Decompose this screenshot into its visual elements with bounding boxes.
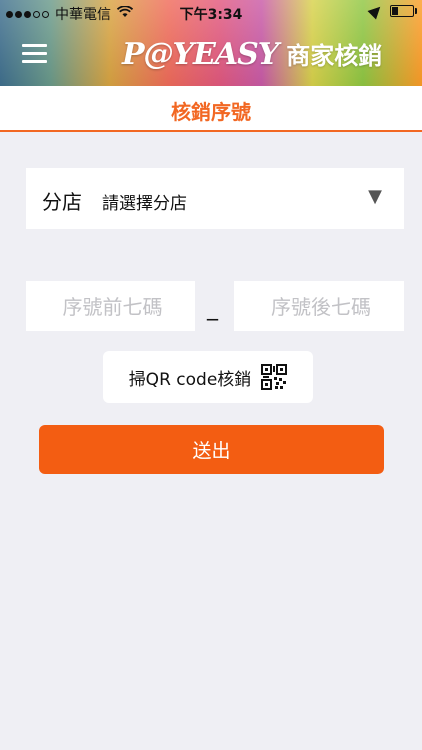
status-right (367, 2, 417, 20)
serial-separator: _ (207, 296, 218, 321)
serial-second-field[interactable] (234, 281, 408, 333)
branch-select[interactable]: 分店 請選擇分店 ▼ (26, 168, 404, 229)
brand: P@YEASY 商家核銷 (122, 36, 382, 72)
chevron-down-icon: ▼ (368, 186, 382, 207)
app-title: 商家核銷 (286, 42, 383, 70)
serial-first-input[interactable] (26, 281, 199, 333)
hamburger-menu-icon[interactable] (22, 44, 47, 64)
status-time: 下午3:34 (179, 7, 243, 23)
branch-selected-value: 請選擇分店 (102, 194, 187, 214)
qr-code-icon (261, 364, 288, 390)
payeasy-logo: P@YEASY (122, 37, 279, 72)
scan-qr-button[interactable]: 掃QR code核銷 (103, 351, 313, 403)
scan-qr-label: 掃QR code核銷 (128, 369, 252, 390)
battery-fill (392, 7, 398, 15)
submit-button[interactable]: 送出 (39, 425, 384, 474)
battery-icon (390, 5, 417, 17)
serial-first-field[interactable] (26, 281, 199, 333)
section-title: 核銷序號 (171, 100, 251, 124)
serial-second-input[interactable] (234, 281, 408, 333)
section-header: 核銷序號 (0, 86, 422, 132)
location-arrow-icon (367, 2, 385, 20)
status-bar: 中華電信 下午3:34 (0, 0, 422, 26)
branch-label: 分店 (42, 190, 82, 214)
